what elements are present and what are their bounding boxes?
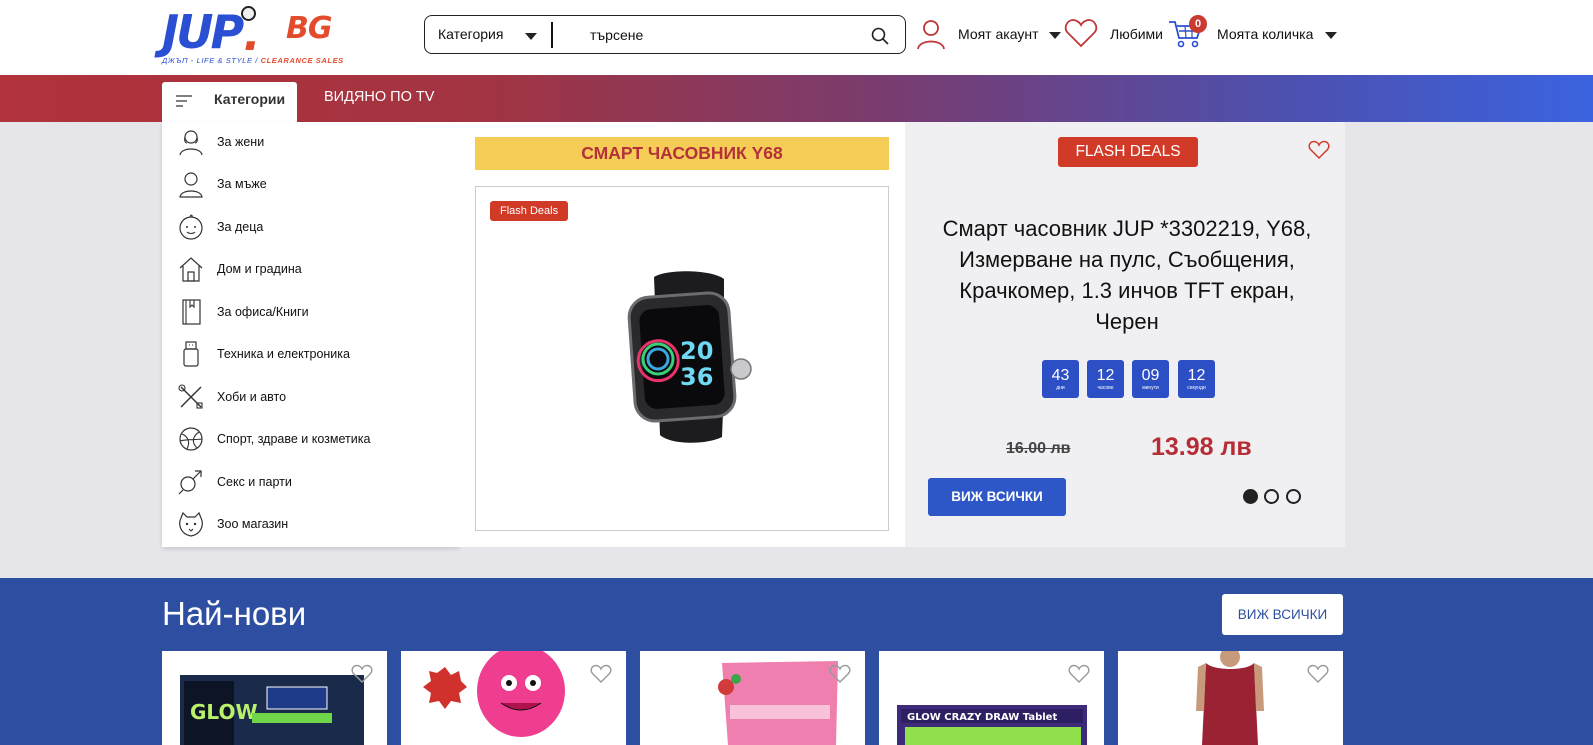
tools-icon <box>178 384 203 409</box>
new-price: 13.98 лв <box>1151 433 1252 461</box>
heart-icon[interactable] <box>1307 664 1329 684</box>
promo-banner-title[interactable]: СМАРТ ЧАСОВНИК Y68 <box>475 137 889 170</box>
jup-logo[interactable]: JUP. BG ДЖЪП - LIFE & STYLE / CLEARANCE … <box>162 5 344 68</box>
logo-bg: BG <box>286 11 332 46</box>
account-link[interactable]: Моят акаунт <box>958 26 1038 42</box>
deal-product-title[interactable]: Смарт часовник JUP *3302219, Y68, Измерв… <box>925 213 1329 337</box>
categories-tab-label: Категории <box>214 91 286 107</box>
main-nav: Категории ВИДЯНО ПО TV <box>0 75 1593 122</box>
svg-text:20: 20 <box>680 337 713 365</box>
promo-panel: СМАРТ ЧАСОВНИК Y68 Flash Deals 20 36 <box>459 122 905 547</box>
product-card[interactable] <box>401 651 626 745</box>
heart-icon[interactable] <box>351 664 373 684</box>
product-card[interactable]: GLOW <box>162 651 387 745</box>
countdown-minutes: 09 минути <box>1132 360 1169 398</box>
old-price: 16.00 лв <box>1006 440 1071 457</box>
heart-icon[interactable] <box>1064 18 1098 48</box>
chevron-down-icon[interactable] <box>525 33 537 40</box>
house-icon <box>179 257 203 282</box>
heart-icon[interactable] <box>590 664 612 684</box>
search-icon[interactable] <box>870 26 890 46</box>
sidebar-item-hobby-auto[interactable]: Хоби и авто <box>162 377 459 419</box>
menu-icon <box>176 95 192 107</box>
woman-icon <box>179 130 203 156</box>
newest-title: Най-нови <box>162 595 307 632</box>
gender-icon <box>178 470 202 495</box>
carousel-dot-3[interactable] <box>1286 489 1301 504</box>
countdown-days: 43 дни <box>1042 360 1079 398</box>
sidebar-item-office-books[interactable]: За офиса/Книги <box>162 292 459 334</box>
view-all-button[interactable]: ВИЖ ВСИЧКИ <box>928 478 1066 516</box>
heart-icon[interactable] <box>1068 664 1090 684</box>
search-divider <box>551 22 553 48</box>
usb-icon <box>183 341 199 367</box>
sidebar-item-kids[interactable]: За деца <box>162 207 459 249</box>
baby-icon <box>179 214 203 240</box>
product-card[interactable]: GLOW CRAZY DRAW Tablet <box>879 651 1104 745</box>
carousel-dot-1[interactable] <box>1243 489 1258 504</box>
ball-icon <box>179 427 203 451</box>
book-icon <box>182 299 201 325</box>
heart-icon[interactable] <box>829 664 851 684</box>
sidebar-item-pet-shop[interactable]: Зоо магазин <box>162 504 459 546</box>
pet-icon <box>179 511 203 537</box>
promo-product-card[interactable]: Flash Deals 20 36 <box>475 186 889 531</box>
newest-view-all-button[interactable]: ВИЖ ВСИЧКИ <box>1222 594 1343 635</box>
flash-deals-badge: FLASH DEALS <box>1058 137 1198 167</box>
hero-section: За жени За мъже За деца Дом и градина За… <box>0 122 1593 578</box>
flash-deal-panel: FLASH DEALS Смарт часовник JUP *3302219,… <box>905 122 1345 547</box>
sidebar-item-men[interactable]: За мъже <box>162 164 459 206</box>
search-category-select[interactable]: Категория <box>438 26 503 42</box>
sidebar-item-sport-health[interactable]: Спорт, здраве и козметика <box>162 419 459 461</box>
sidebar-item-home-garden[interactable]: Дом и градина <box>162 249 459 291</box>
countdown-seconds: 12 секунди <box>1178 360 1215 398</box>
chevron-down-icon[interactable] <box>1325 32 1337 39</box>
search-input[interactable] <box>590 23 850 47</box>
countdown-hours: 12 часове <box>1087 360 1124 398</box>
flash-deals-tag: Flash Deals <box>490 201 569 221</box>
logo-wordmark: JUP. <box>162 5 261 61</box>
chevron-down-icon[interactable] <box>1049 32 1061 39</box>
category-sidebar: За жени За мъже За деца Дом и градина За… <box>162 122 459 547</box>
product-card[interactable] <box>640 651 865 745</box>
sidebar-item-electronics[interactable]: Техника и електроника <box>162 334 459 376</box>
seen-on-tv-link[interactable]: ВИДЯНО ПО TV <box>324 89 434 105</box>
logo-tagline: ДЖЪП - LIFE & STYLE / CLEARANCE SALES <box>162 56 344 65</box>
smartwatch-image: 20 36 <box>627 271 752 443</box>
svg-text:GLOW CRAZY DRAW Tablet: GLOW CRAZY DRAW Tablet <box>907 712 1057 723</box>
cart-count-badge: 0 <box>1189 15 1207 33</box>
newest-section: Най-нови ВИЖ ВСИЧКИ GLOW GLOW CRAZY DRAW… <box>0 578 1593 745</box>
sidebar-item-sex-party[interactable]: Секс и парти <box>162 462 459 504</box>
heart-icon[interactable] <box>1308 140 1330 160</box>
man-icon <box>179 172 203 198</box>
product-card[interactable] <box>1118 651 1343 745</box>
favorites-link[interactable]: Любими <box>1110 26 1163 42</box>
svg-text:36: 36 <box>680 363 713 391</box>
sidebar-item-women[interactable]: За жени <box>162 122 459 164</box>
site-header: JUP. BG ДЖЪП - LIFE & STYLE / CLEARANCE … <box>0 0 1593 75</box>
carousel-dot-2[interactable] <box>1264 489 1279 504</box>
categories-tab[interactable]: Категории <box>162 82 297 122</box>
svg-text:GLOW: GLOW <box>190 700 258 724</box>
search-bar: Категория <box>424 15 906 54</box>
cart-link[interactable]: Моята количка <box>1217 26 1313 42</box>
user-icon[interactable] <box>916 18 946 50</box>
